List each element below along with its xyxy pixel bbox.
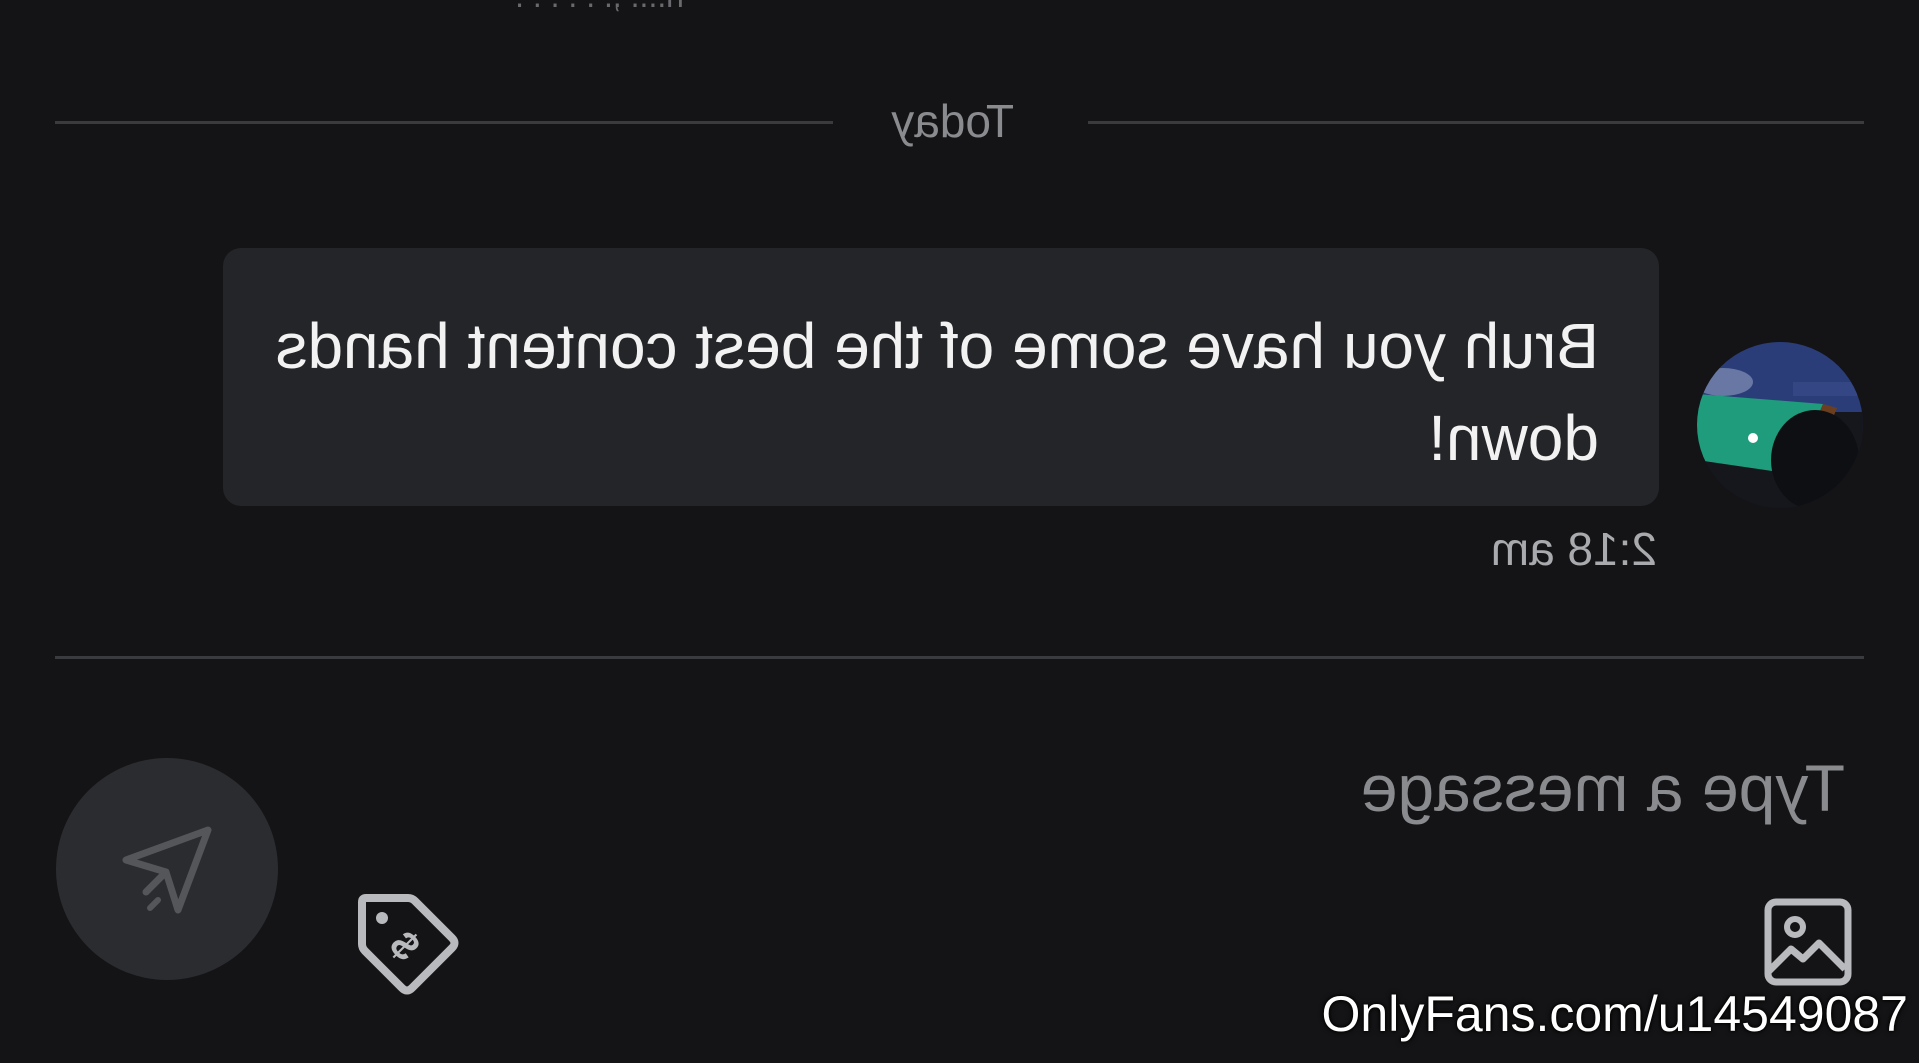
message-input[interactable] — [643, 742, 1847, 834]
price-tag-icon: $ — [358, 894, 459, 995]
send-icon — [122, 826, 212, 914]
watermark-text: OnlyFans.com/u145490​87 — [1321, 986, 1908, 1042]
message-text: Bruh you have some of the best content h… — [275, 310, 1599, 474]
image-icon — [1764, 898, 1852, 986]
send-button[interactable] — [56, 758, 278, 980]
set-price-button[interactable]: $ — [354, 890, 464, 1000]
incoming-message-bubble[interactable]: Bruh you have some of the best content h… — [223, 248, 1659, 506]
sender-avatar[interactable] — [1697, 342, 1863, 508]
svg-text:$: $ — [381, 923, 428, 970]
composer-separator — [55, 656, 1864, 659]
date-divider-line-right — [55, 121, 833, 124]
previous-content-cut: n.... ,. . . . . . — [515, 0, 684, 15]
chat-screen: n.... ,. . . . . . Today Bruh you have s… — [0, 0, 1919, 1063]
message-timestamp: 2:18 am — [1490, 523, 1657, 575]
date-divider-line-left — [1088, 121, 1864, 124]
mirrored-chat-view: n.... ,. . . . . . Today Bruh you have s… — [0, 0, 1919, 1063]
date-divider-label: Today — [891, 95, 1014, 147]
pool-table-photo-icon — [1697, 342, 1863, 508]
add-media-button[interactable] — [1763, 897, 1853, 987]
date-divider: Today — [55, 92, 1864, 152]
